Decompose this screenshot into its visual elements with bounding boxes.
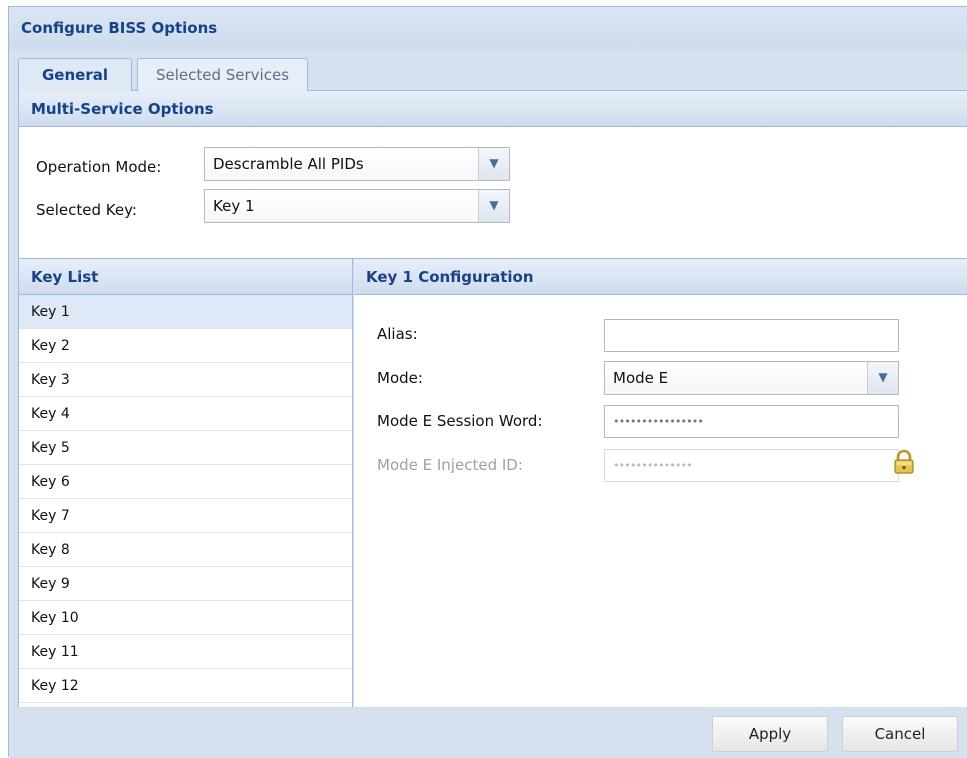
key-list-item[interactable]: Key 5 — [19, 431, 352, 465]
lock-icon[interactable] — [891, 449, 917, 475]
general-tab-content: Multi-Service Options Operation Mode: De… — [18, 91, 967, 707]
key-list-item[interactable]: Key 11 — [19, 635, 352, 669]
key-list-item[interactable]: Key 8 — [19, 533, 352, 567]
apply-button[interactable]: Apply — [712, 716, 828, 752]
selected-key-select[interactable]: Key 1 ▼ — [204, 189, 510, 223]
selected-key-label: Selected Key: — [36, 201, 137, 219]
key-list-panel: Key List Key 1 Key 2 Key 3 Key 4 Key 5 K… — [19, 259, 353, 707]
tab-strip: General Selected Services — [18, 51, 967, 92]
mode-value: Mode E — [613, 369, 669, 387]
window-title: Configure BISS Options — [9, 7, 967, 50]
chevron-down-icon[interactable]: ▼ — [867, 362, 898, 394]
key-list-item[interactable]: Key 12 — [19, 669, 352, 703]
key-configuration-header: Key 1 Configuration — [354, 259, 967, 295]
chevron-down-icon[interactable]: ▼ — [478, 148, 509, 180]
multi-service-options-body: Operation Mode: Descramble All PIDs ▼ Se… — [19, 127, 967, 259]
key-list-item[interactable]: Key 2 — [19, 329, 352, 363]
tab-general[interactable]: General — [18, 58, 132, 92]
mode-label: Mode: — [377, 369, 423, 387]
alias-input[interactable] — [604, 319, 899, 352]
multi-service-options-header: Multi-Service Options — [19, 91, 967, 127]
key-list-item[interactable]: Key 10 — [19, 601, 352, 635]
selected-key-value: Key 1 — [213, 197, 255, 215]
session-word-label: Mode E Session Word: — [377, 412, 543, 430]
tab-selected-services[interactable]: Selected Services — [137, 58, 308, 91]
injected-id-input: •••••••••••••• — [604, 449, 899, 482]
injected-id-label: Mode E Injected ID: — [377, 456, 523, 474]
key-list-item[interactable]: Key 7 — [19, 499, 352, 533]
key-list-item[interactable]: Key 3 — [19, 363, 352, 397]
dialog-footer: Apply Cancel — [9, 707, 967, 758]
operation-mode-label: Operation Mode: — [36, 158, 162, 176]
session-word-input[interactable]: •••••••••••••••• — [604, 405, 899, 438]
key-list-item[interactable]: Key 4 — [19, 397, 352, 431]
key-configuration-panel: Key 1 Configuration Alias: Mode: Mode E … — [354, 259, 967, 707]
key-list-header: Key List — [19, 259, 352, 295]
key-list-item[interactable]: Key 1 — [19, 295, 352, 329]
mode-select[interactable]: Mode E ▼ — [604, 361, 899, 395]
key-list-item[interactable]: Key 6 — [19, 465, 352, 499]
biss-options-window: Configure BISS Options General Selected … — [8, 6, 967, 758]
key-list-item[interactable]: Key 9 — [19, 567, 352, 601]
cancel-button[interactable]: Cancel — [842, 716, 958, 752]
operation-mode-value: Descramble All PIDs — [213, 155, 364, 173]
alias-label: Alias: — [377, 325, 418, 343]
chevron-down-icon[interactable]: ▼ — [478, 190, 509, 222]
operation-mode-select[interactable]: Descramble All PIDs ▼ — [204, 147, 510, 181]
